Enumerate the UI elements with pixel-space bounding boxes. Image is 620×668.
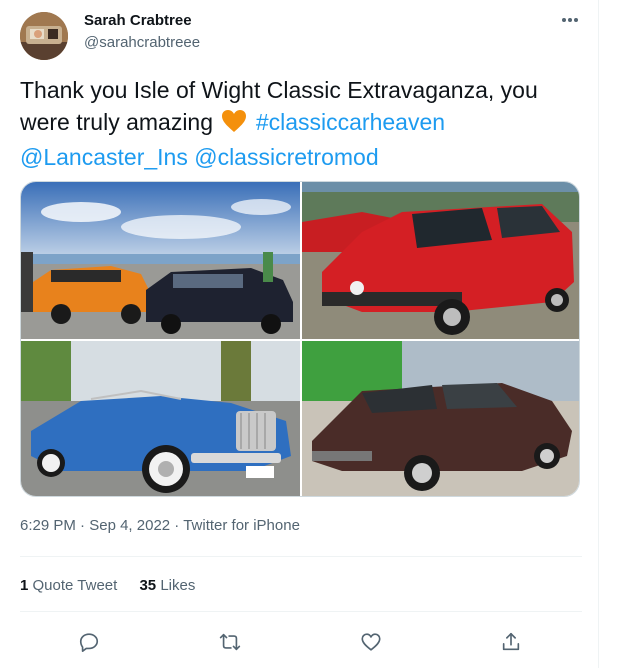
meta-separator-2: · [174, 517, 180, 534]
media-grid [20, 181, 580, 497]
avatar[interactable] [20, 12, 68, 60]
action-bar [0, 626, 620, 658]
quote-count: 1 [20, 577, 29, 594]
photo-blue-convertible[interactable] [21, 341, 300, 496]
divider [20, 556, 582, 557]
reply-icon[interactable] [73, 626, 105, 658]
share-icon[interactable] [495, 626, 527, 658]
tweet-meta: 6:29 PM · Sep 4, 2022 · Twitter for iPho… [20, 517, 300, 534]
tweet-date[interactable]: Sep 4, 2022 [89, 517, 170, 534]
photo-red-hatchback[interactable] [302, 182, 579, 339]
author-name[interactable]: Sarah Crabtree [84, 12, 192, 29]
more-options-icon[interactable] [556, 10, 584, 30]
tweet-text: Thank you Isle of Wight Classic Extravag… [20, 74, 582, 173]
divider [20, 611, 582, 612]
orange-heart-emoji-icon [221, 109, 247, 141]
tweet-source[interactable]: Twitter for iPhone [183, 517, 300, 534]
quote-label: Quote Tweet [32, 577, 118, 594]
likes-stat[interactable]: 35 Likes [139, 577, 195, 594]
column-divider [598, 0, 599, 668]
likes-label: Likes [160, 577, 196, 594]
retweet-icon[interactable] [214, 626, 246, 658]
meta-separator-1: · [80, 517, 86, 534]
likes-count: 35 [139, 577, 157, 594]
like-icon[interactable] [355, 626, 387, 658]
tweet-time[interactable]: 6:29 PM [20, 517, 76, 534]
photo-brown-coupe[interactable] [302, 341, 579, 496]
mention-link-lancaster[interactable]: @Lancaster_Ins [20, 144, 188, 170]
hashtag-link[interactable]: #classiccarheaven [256, 109, 445, 135]
quote-tweets-stat[interactable]: 1 Quote Tweet [20, 577, 117, 594]
tweet-stats: 1 Quote Tweet 35 Likes [20, 577, 213, 594]
author-handle[interactable]: @sarahcrabtreee [84, 34, 200, 51]
mention-link-classicretromod[interactable]: @classicretromod [194, 144, 378, 170]
photo-orange-black-cars[interactable] [21, 182, 300, 339]
